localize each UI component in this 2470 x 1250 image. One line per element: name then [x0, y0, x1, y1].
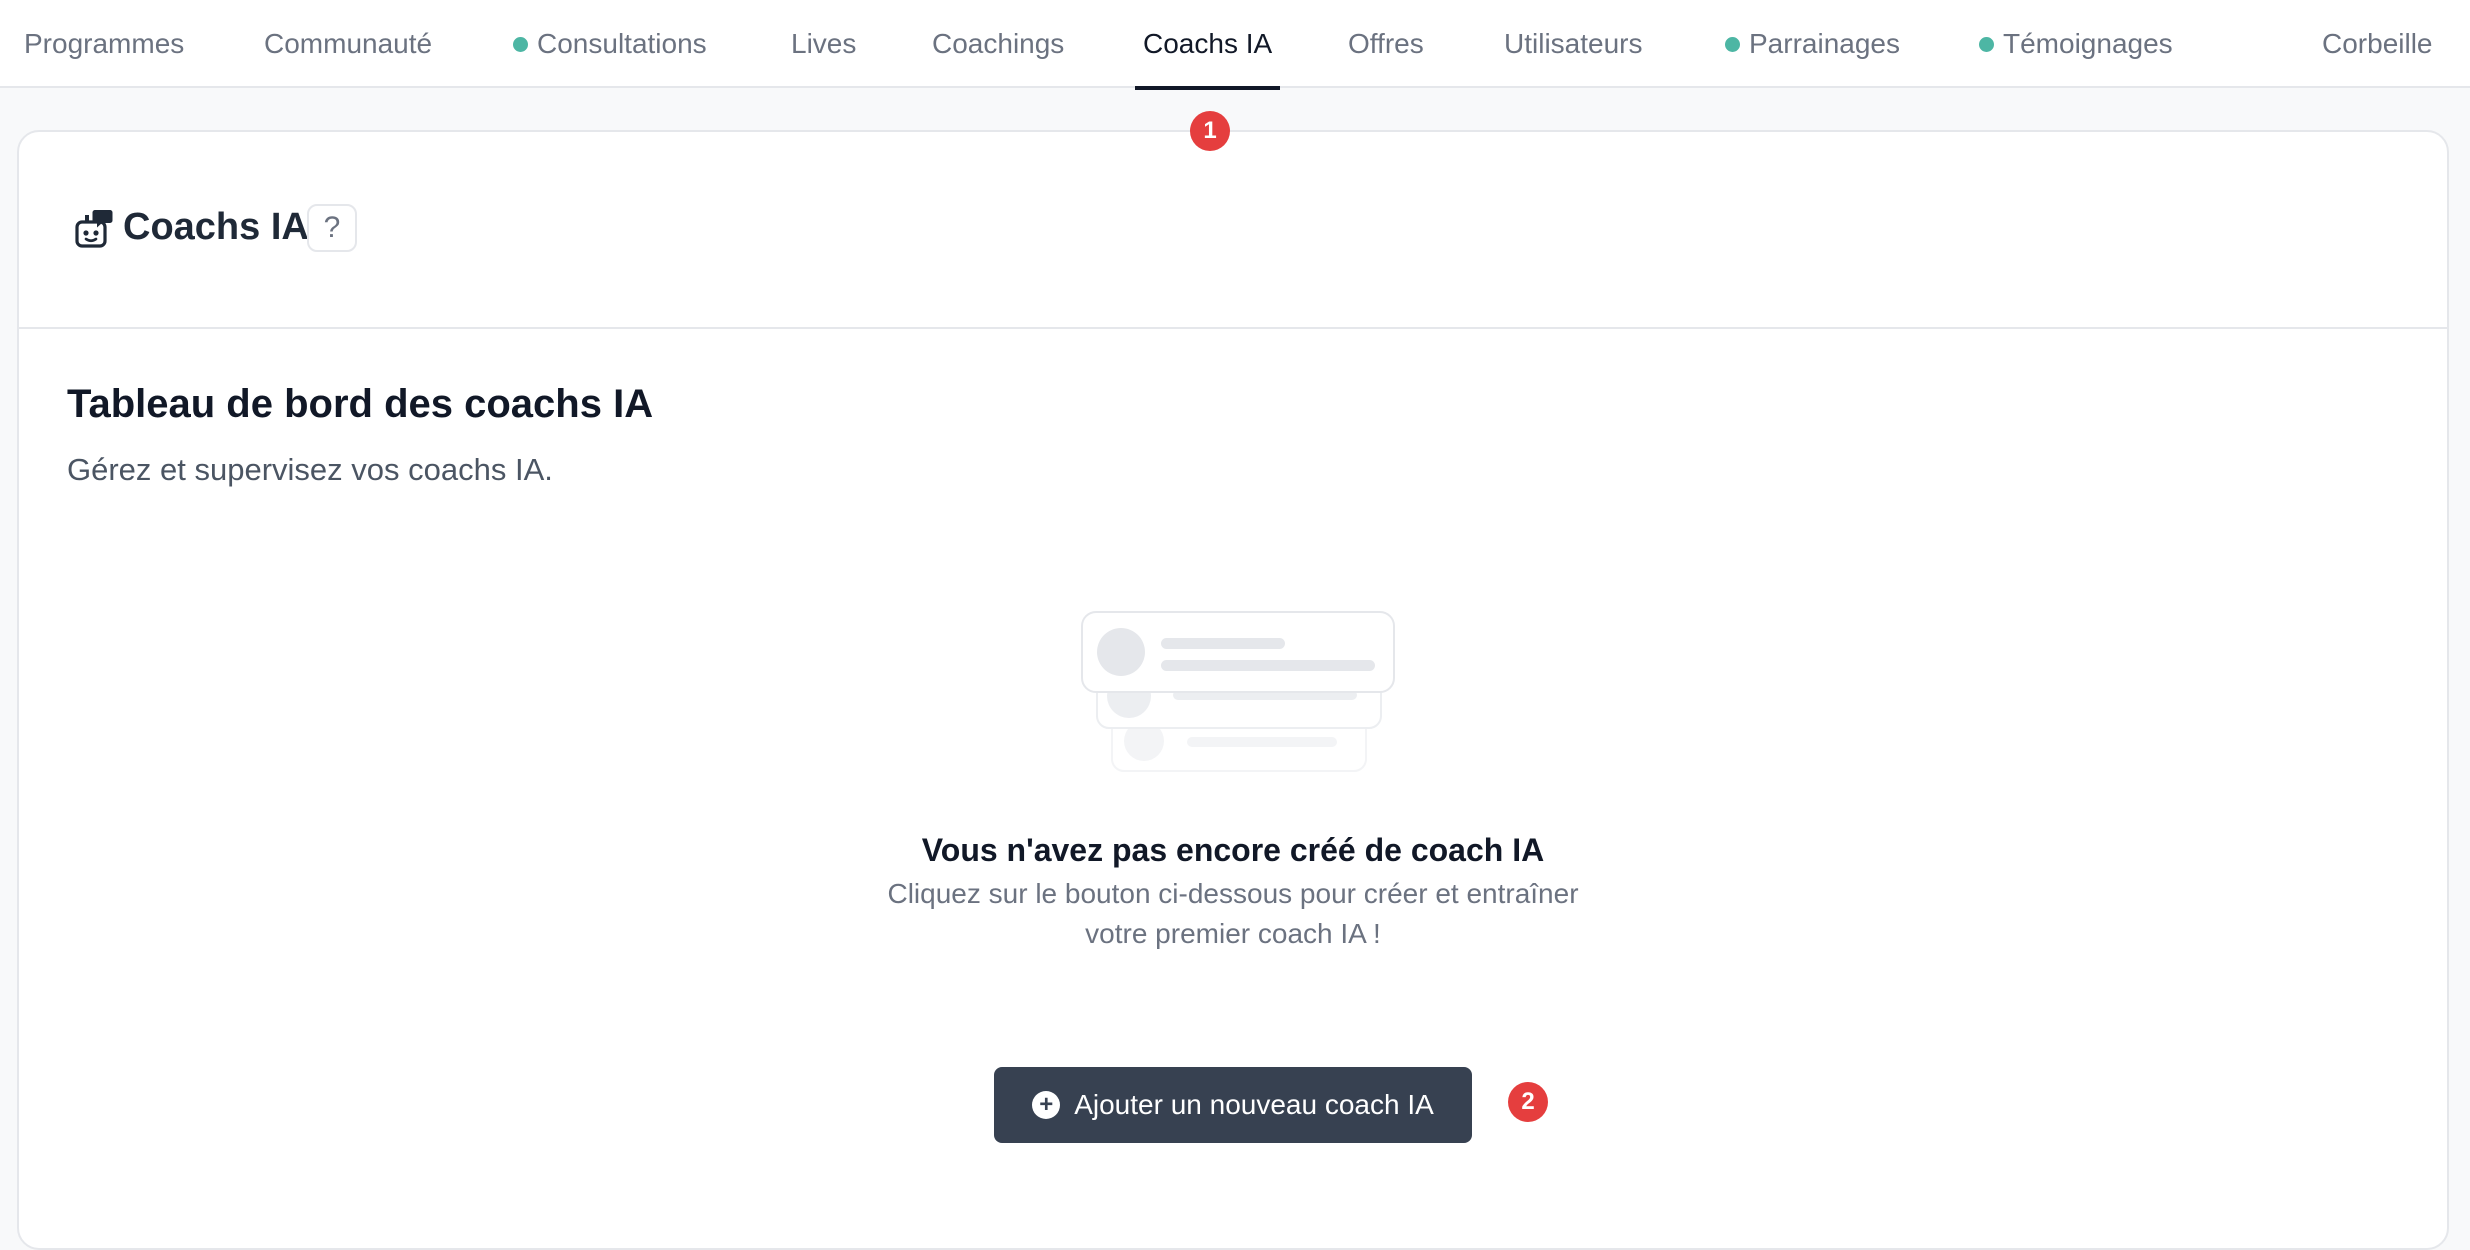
step-badge-2: 2 [1508, 1082, 1548, 1122]
tab-label: Consultations [537, 28, 707, 59]
active-tab-indicator [1135, 86, 1281, 90]
empty-state-title: Vous n'avez pas encore créé de coach IA [921, 832, 1545, 868]
status-dot-icon [1725, 36, 1740, 52]
tab-label: Communauté [264, 28, 433, 59]
tab-label: Corbeille [2322, 28, 2433, 59]
tab-label: Parrainages [1749, 28, 1900, 59]
empty-list-illustration [1081, 611, 1395, 772]
tab-label: Utilisateurs [1504, 28, 1643, 59]
add-coach-button-label: Ajouter un nouveau coach IA [1074, 1089, 1434, 1120]
panel-header: Coachs IA ? [19, 132, 2447, 329]
tab-label: Offres [1348, 28, 1424, 59]
plus-circle-icon: + [1032, 1091, 1061, 1119]
add-coach-button[interactable]: + Ajouter un nouveau coach IA [994, 1067, 1472, 1143]
tab-label: Coachings [932, 28, 1065, 59]
empty-state-desc-line: Cliquez sur le bouton ci-dessous pour cr… [887, 878, 1579, 909]
tab-label: Coachs IA [1143, 28, 1273, 59]
tab-programmes[interactable]: Programmes [24, 0, 184, 88]
dashboard-title: Tableau de bord des coachs IA [67, 382, 654, 426]
tab-consultations[interactable]: Consultations [513, 0, 707, 88]
tab-lives[interactable]: Lives [791, 0, 856, 88]
tab-coachings[interactable]: Coachings [932, 0, 1064, 88]
tab-corbeille[interactable]: Corbeille [2322, 0, 2433, 88]
status-dot-icon [1979, 36, 1994, 52]
tab-label: Témoignages [2003, 28, 2173, 59]
tab-utilisateurs[interactable]: Utilisateurs [1504, 0, 1642, 88]
tab-coachs-ia[interactable]: Coachs IA [1135, 0, 1281, 90]
dashboard-subtitle: Gérez et supervisez vos coachs IA. [67, 452, 553, 487]
empty-state-desc-line: votre premier coach IA ! [1085, 918, 1381, 949]
tab-temoignages[interactable]: Témoignages [1979, 0, 2173, 88]
tab-offres[interactable]: Offres [1348, 0, 1424, 88]
step-badge-1: 1 [1190, 111, 1230, 151]
tab-parrainages[interactable]: Parrainages [1725, 0, 1900, 88]
robot-chat-icon [75, 210, 113, 248]
top-navigation: Programmes Communauté Consultations Live… [0, 0, 2470, 90]
page-title: Coachs IA [123, 206, 309, 248]
status-dot-icon [513, 36, 528, 52]
tab-communaute[interactable]: Communauté [264, 0, 432, 88]
empty-state-description: Cliquez sur le bouton ci-dessous pour cr… [19, 874, 2447, 954]
help-button[interactable]: ? [307, 204, 357, 252]
tab-label: Programmes [24, 28, 185, 59]
tab-label: Lives [791, 28, 857, 59]
coachs-ia-panel: Coachs IA ? Tableau de bord des coachs I… [17, 130, 2449, 1250]
